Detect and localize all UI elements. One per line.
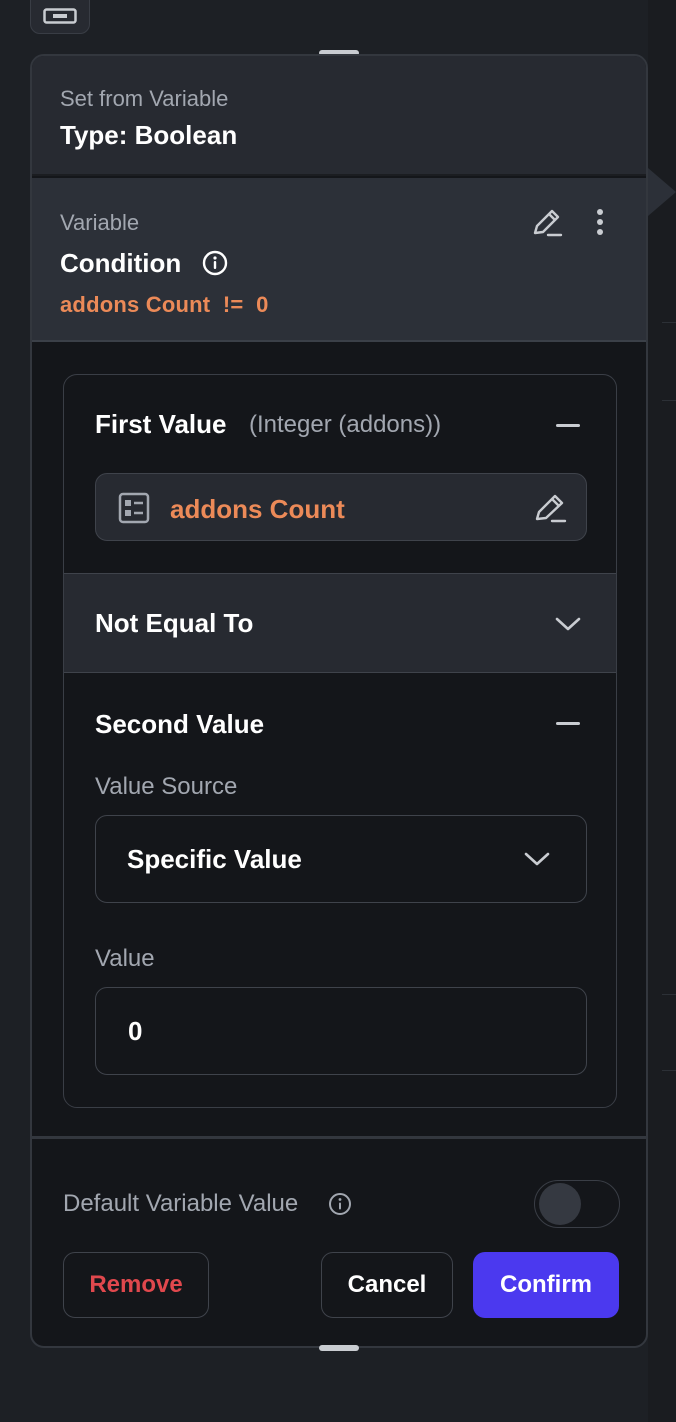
condition-expression: addons Count != 0 [60,292,269,317]
value-input[interactable] [95,987,587,1075]
info-icon[interactable] [328,1192,352,1216]
default-variable-value-label: Default Variable Value [63,1190,299,1217]
background-divider [662,322,676,323]
remove-button[interactable]: Remove [63,1252,209,1318]
info-icon[interactable] [202,250,228,276]
background-left [0,0,28,1422]
footer-divider [32,1136,646,1139]
first-value-variable-name: addons Count [170,494,345,524]
operator-selected: Not Equal To [95,608,254,638]
confirm-button[interactable]: Confirm [473,1252,619,1318]
value-source-selected: Specific Value [127,844,302,874]
kebab-menu-icon[interactable] [588,206,612,240]
chevron-down-icon [524,852,550,866]
section-label: Set from Variable [60,86,229,111]
value-source-label: Value Source [95,773,238,800]
collapse-first-value-minus-icon[interactable] [556,424,580,427]
value-label: Value [95,945,155,972]
cancel-button[interactable]: Cancel [321,1252,453,1318]
popover-pointer [648,168,676,216]
drag-handle-bottom[interactable] [319,1345,359,1351]
first-value-title: First Value [95,409,227,439]
collapse-second-value-minus-icon[interactable] [556,722,580,725]
first-value-type: (Integer (addons)) [249,411,442,438]
variable-summary: Variable Condition addons Count != 0 [32,178,646,342]
operator-dropdown[interactable]: Not Equal To [64,573,616,673]
type-label: Type: Boolean [60,120,238,150]
table-list-icon [118,492,150,524]
background-divider [662,1070,676,1071]
background-divider [662,400,676,401]
variable-label: Variable [60,210,140,235]
value-source-select[interactable]: Specific Value [95,815,587,903]
variable-card-tile[interactable] [30,0,90,34]
chevron-down-icon [555,617,581,631]
toggle-knob [539,1183,581,1225]
panel-header: Set from Variable Type: Boolean [32,56,646,176]
second-value-title: Second Value [95,709,265,739]
variable-card-icon [43,8,77,24]
pencil-edit-icon[interactable] [532,490,568,526]
pencil-edit-icon[interactable] [530,206,564,240]
default-variable-value-toggle[interactable] [534,1180,620,1228]
condition-builder: First Value (Integer (addons)) addons Co… [63,374,617,1108]
background-divider [662,994,676,995]
set-variable-panel: Set from Variable Type: Boolean Variable… [30,54,648,1348]
first-value-variable-chip[interactable]: addons Count [95,473,587,541]
condition-title: Condition [60,248,182,278]
